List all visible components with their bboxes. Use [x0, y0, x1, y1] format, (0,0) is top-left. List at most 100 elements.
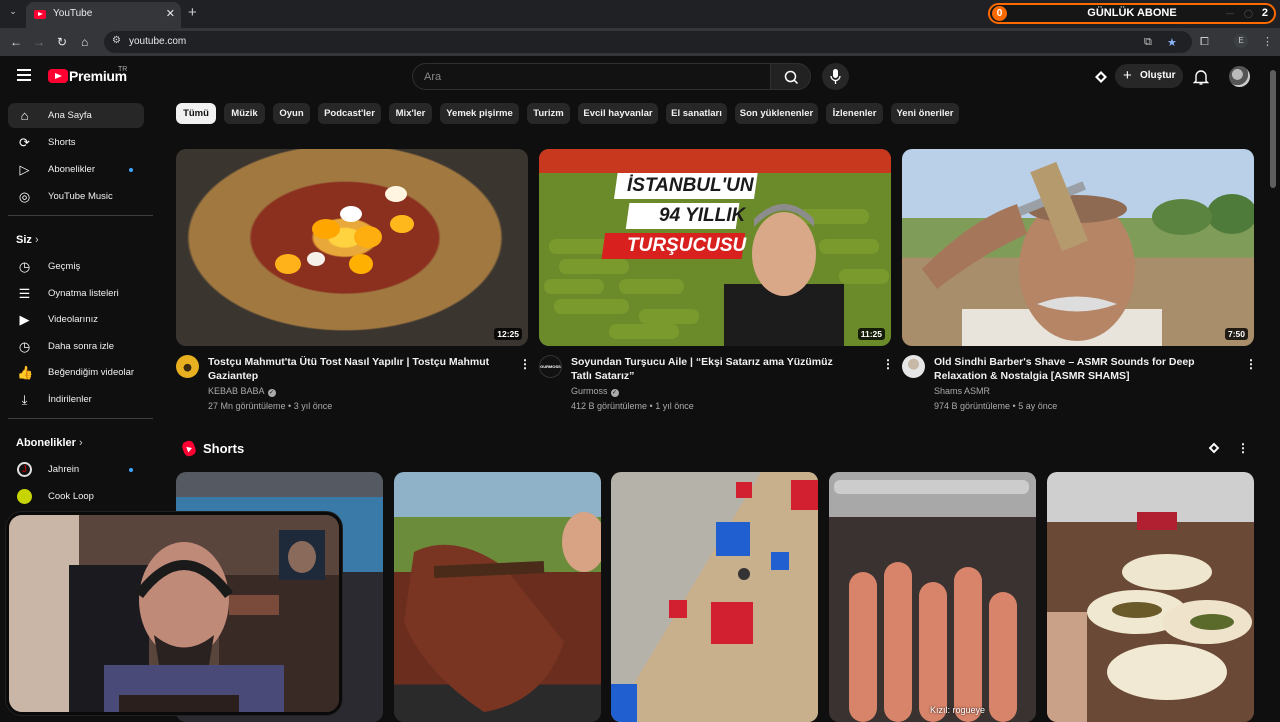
chip-music[interactable]: Müzik: [224, 103, 265, 124]
sidebar-channel-jahrein[interactable]: J Jahrein: [8, 457, 144, 482]
chip-tourism[interactable]: Turizm: [527, 103, 570, 124]
music-icon: ◎: [18, 189, 31, 204]
sidebar-item-label: Ana Sayfa: [48, 110, 92, 121]
sidebar-channel-cook-loop[interactable]: Cook Loop: [8, 484, 144, 509]
search-button[interactable]: [770, 63, 811, 90]
site-info-icon[interactable]: ⚙: [112, 35, 121, 46]
create-button[interactable]: + Oluştur: [1115, 64, 1183, 88]
browser-tab[interactable]: YouTube ✕: [26, 2, 181, 28]
home-icon: ⌂: [20, 108, 29, 123]
new-tab-plus-icon[interactable]: +: [188, 4, 197, 21]
sidebar-item-subscriptions[interactable]: ▷ Abonelikler: [8, 157, 144, 182]
chevron-right-icon: ›: [34, 234, 39, 246]
thumbnail-art: [275, 186, 414, 274]
sidebar-item-watch-later[interactable]: ◷ Daha sonra izle: [8, 334, 144, 359]
video-title[interactable]: Tostçu Mahmut'ta Ütü Tost Nasıl Yapılır …: [208, 355, 493, 383]
hamburger-menu-icon[interactable]: [17, 69, 31, 81]
browser-profile-avatar[interactable]: E: [1234, 34, 1248, 48]
bell-icon: [1192, 70, 1210, 85]
search-input[interactable]: [424, 69, 754, 85]
chip-podcasts[interactable]: Podcast'ler: [318, 103, 381, 124]
sidebar-subscriptions-header[interactable]: Abonelikler ›: [16, 437, 83, 449]
sidebar-item-your-videos[interactable]: ▶ Videolarınız: [8, 307, 144, 332]
browser-menu-icon[interactable]: ⋮: [1262, 35, 1273, 48]
short-thumbnail[interactable]: [1047, 472, 1254, 722]
chip-gaming[interactable]: Oyun: [273, 103, 310, 124]
youtube-logo-icon[interactable]: [48, 69, 68, 83]
country-code: TR: [118, 66, 128, 73]
new-content-dot: [129, 168, 133, 172]
sidebar-divider: [8, 215, 153, 216]
search-box: [412, 63, 770, 90]
video-menu-icon[interactable]: ⋮: [519, 357, 531, 371]
extensions-icon[interactable]: ⧠: [1200, 36, 1209, 49]
short-thumbnail[interactable]: [829, 472, 1036, 722]
verified-check-icon: ✓: [610, 389, 619, 397]
tab-close-icon[interactable]: ✕: [166, 7, 175, 20]
sidebar-item-playlists[interactable]: ☰ Oynatma listeleri: [8, 281, 144, 306]
shorts-logo-icon: [180, 439, 198, 458]
sparkle-icon: [1095, 71, 1107, 83]
video-meta: 974 B görüntüleme • 5 ay önce: [934, 401, 1058, 411]
channel-avatar-cook-loop: [17, 489, 32, 504]
bookmark-star-icon[interactable]: ★: [1167, 36, 1177, 49]
account-avatar[interactable]: [1229, 66, 1250, 87]
sidebar-item-history[interactable]: ◷ Geçmiş: [8, 254, 144, 279]
chip-cooking[interactable]: Yemek pişirme: [440, 103, 519, 124]
sidebar-divider: [8, 418, 153, 419]
home-button-icon[interactable]: ⌂: [81, 35, 88, 49]
page-scrollbar[interactable]: [1270, 70, 1276, 188]
video-title[interactable]: Soyundan Turşucu Aile | “Ekşi Satarız am…: [571, 355, 856, 383]
video-menu-icon[interactable]: ⋮: [1245, 357, 1257, 371]
back-arrow-icon[interactable]: ←: [10, 35, 22, 49]
microphone-icon: [830, 69, 841, 84]
video-menu-icon[interactable]: ⋮: [882, 357, 894, 371]
chip-watched[interactable]: İzlenenler: [826, 103, 883, 124]
channel-name-text: KEBAB BABA: [208, 386, 265, 396]
forward-arrow-icon[interactable]: →: [33, 35, 45, 49]
short-thumbnail[interactable]: [611, 472, 818, 722]
thumbnail-overlay-text: 94 YILLIK: [659, 205, 746, 226]
voice-search-button[interactable]: [822, 63, 849, 90]
chip-new-to-you[interactable]: Yeni öneriler: [891, 103, 959, 124]
channel-name[interactable]: Shams ASMR: [934, 386, 990, 396]
sidebar-item-liked-videos[interactable]: 👍 Beğendiğim videolar: [8, 360, 144, 385]
channel-avatar[interactable]: [176, 355, 199, 378]
video-thumbnail[interactable]: İSTANBUL'UN 94 YILLIK TURŞUCUSU 11:25: [539, 149, 891, 346]
channel-avatar[interactable]: GURMOSS: [539, 355, 562, 378]
shorts-menu-icon[interactable]: ⋮: [1237, 441, 1249, 455]
tab-list-chevron-icon[interactable]: ⌄: [4, 6, 22, 22]
webcam-overlay: [6, 512, 342, 715]
verified-check-icon: ✓: [267, 389, 276, 397]
chip-recently-uploaded[interactable]: Son yüklenenler: [735, 103, 818, 124]
thumbnail-art: [922, 161, 1254, 346]
sidebar-item-label: Oynatma listeleri: [48, 288, 119, 299]
chip-crafts[interactable]: El sanatları: [666, 103, 727, 124]
chip-pets[interactable]: Evcil hayvanlar: [578, 103, 658, 124]
sidebar-item-youtube-music[interactable]: ◎ YouTube Music: [8, 184, 144, 209]
install-app-icon[interactable]: ⧉: [1144, 36, 1152, 49]
history-icon: ◷: [18, 259, 31, 274]
notifications-button[interactable]: [1192, 68, 1210, 86]
short-thumbnail[interactable]: [394, 472, 601, 722]
sidebar-you-header[interactable]: Siz ›: [16, 234, 39, 246]
channel-name[interactable]: KEBAB BABA ✓: [208, 386, 276, 397]
video-thumbnail[interactable]: 12:25: [176, 149, 528, 346]
video-title[interactable]: Old Sindhi Barber's Shave – ASMR Sounds …: [934, 355, 1234, 383]
video-thumbnail[interactable]: 7:50: [902, 149, 1254, 346]
url-text: youtube.com: [129, 36, 187, 47]
channel-name[interactable]: Gurmoss ✓: [571, 386, 619, 397]
watch-later-icon: ◷: [18, 339, 31, 354]
shorts-premium-button[interactable]: [1206, 440, 1222, 456]
sidebar-item-shorts[interactable]: ⟳ Shorts: [8, 130, 144, 155]
chip-mixes[interactable]: Mix'ler: [389, 103, 432, 124]
sidebar-item-downloads[interactable]: ⤓ İndirilenler: [8, 387, 144, 412]
channel-avatar[interactable]: [902, 355, 925, 378]
sidebar-item-home[interactable]: ⌂ Ana Sayfa: [8, 103, 144, 128]
thumbnail-overlay-text: İSTANBUL'UN: [627, 175, 754, 196]
chip-all[interactable]: Tümü: [176, 103, 216, 124]
address-bar[interactable]: ⚙ youtube.com ⧉ ★: [104, 31, 1192, 53]
reload-icon[interactable]: ↻: [57, 35, 67, 49]
premium-offline-button[interactable]: [1092, 68, 1110, 86]
sidebar-item-label: Jahrein: [48, 464, 80, 475]
